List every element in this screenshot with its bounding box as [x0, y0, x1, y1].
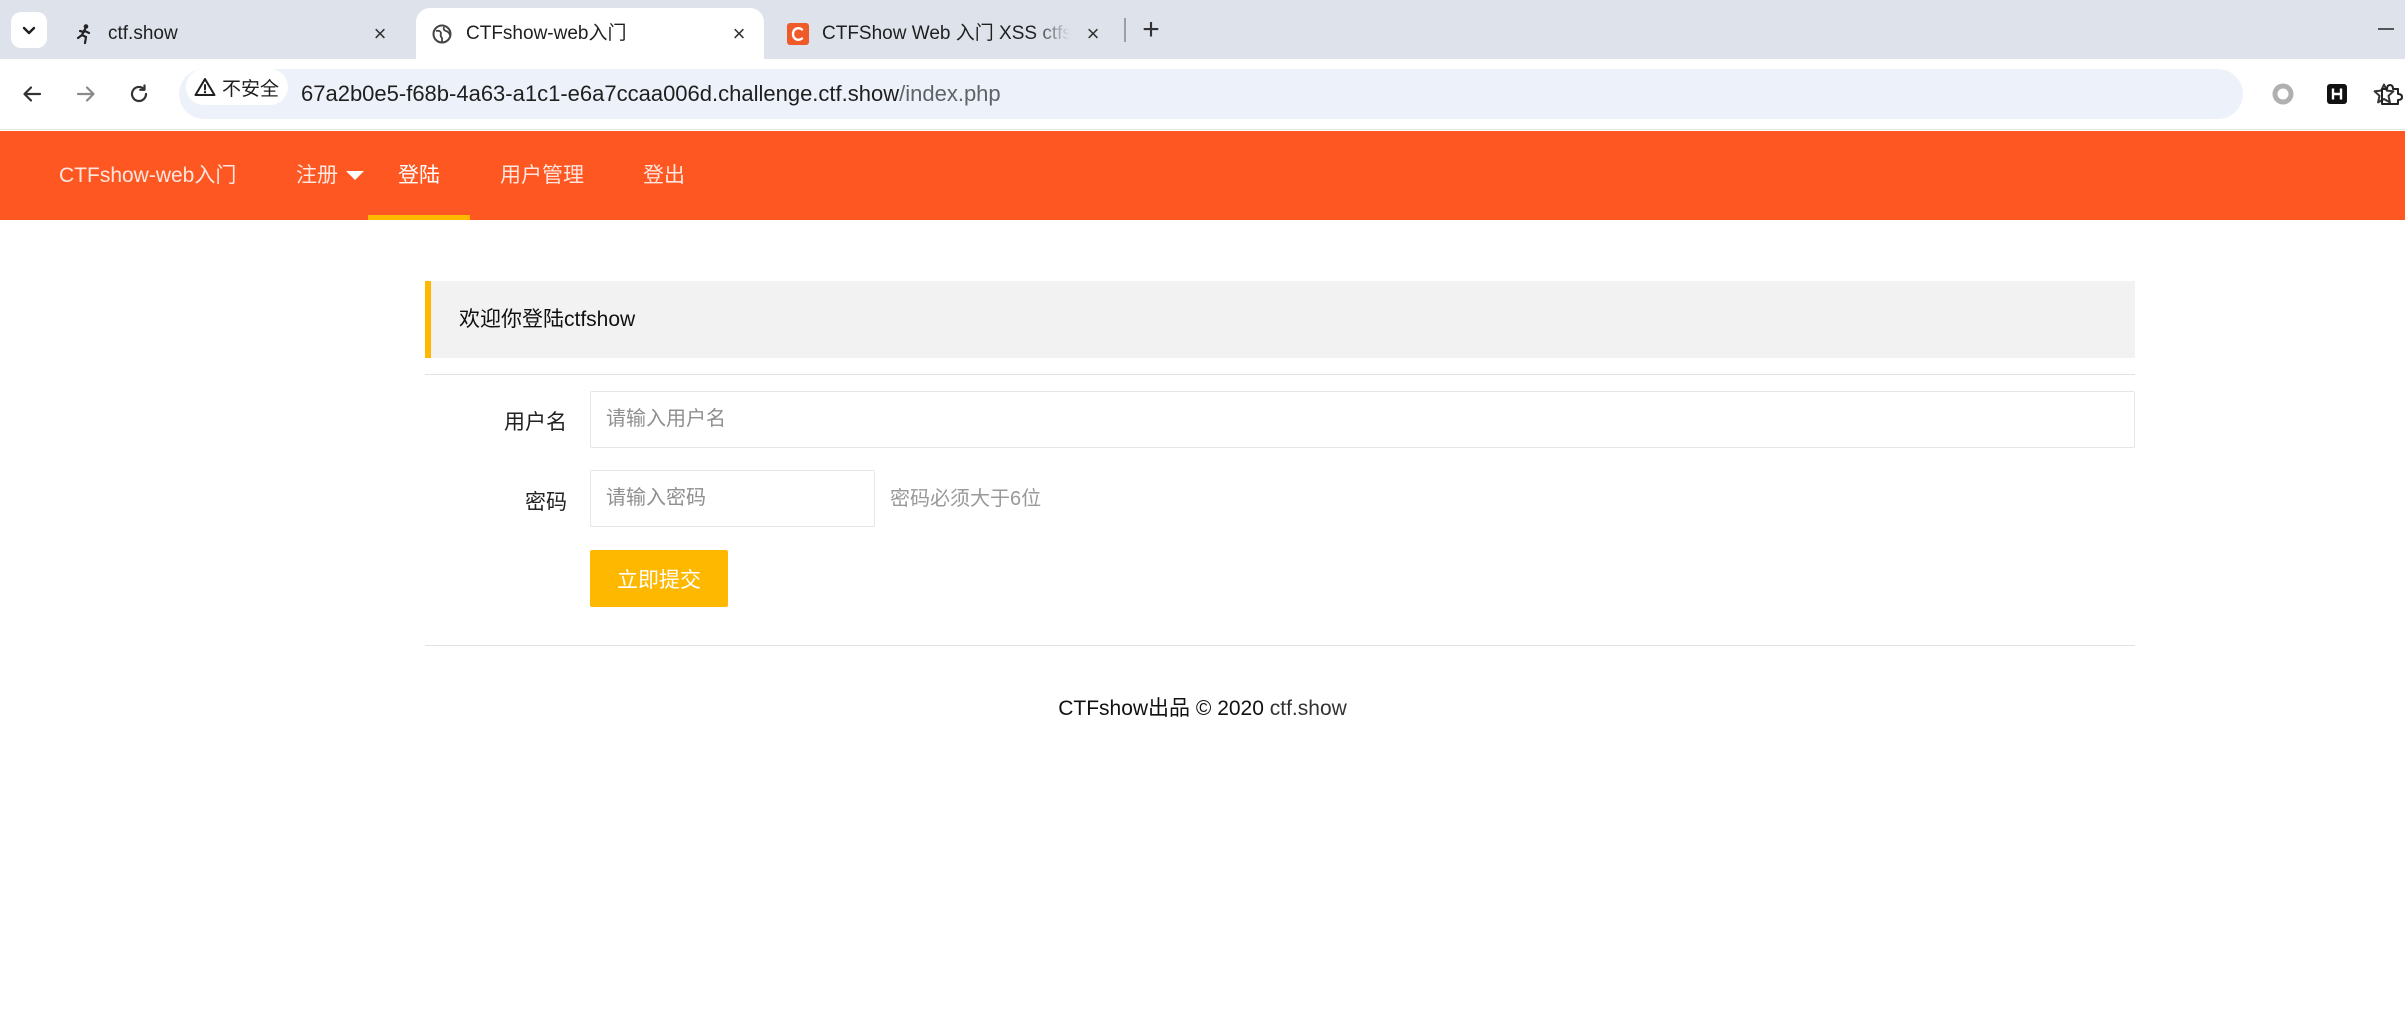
- chevron-down-icon: [22, 26, 36, 35]
- url-text[interactable]: 67a2b0e5-f68b-4a63-a1c1-e6a7ccaa006d.cha…: [301, 69, 1001, 119]
- page-footer: CTFshow出品 © 2020 ctf.show: [0, 692, 2405, 722]
- browser-tab-ctfshow-web[interactable]: CTFshow-web入门 ×: [416, 8, 764, 59]
- close-tab-icon[interactable]: ×: [1080, 21, 1106, 47]
- browser-toolbar: 不安全 67a2b0e5-f68b-4a63-a1c1-e6a7ccaa006d…: [0, 59, 2405, 130]
- security-chip-content: 不安全: [186, 69, 279, 105]
- site-navbar: CTFshow-web入门 注册 登陆 用户管理 登出: [0, 131, 2405, 220]
- tab-title: CTFshow-web入门: [466, 23, 627, 44]
- divider: [425, 645, 2135, 646]
- nav-item-login[interactable]: 登陆: [398, 131, 440, 220]
- nav-item-user-management[interactable]: 用户管理: [500, 131, 584, 220]
- footer-text: CTFshow出品 © 2020: [1058, 697, 1264, 720]
- nav-item-register[interactable]: 注册: [296, 131, 338, 220]
- arrow-right-icon: [76, 86, 95, 102]
- minimize-window-icon[interactable]: [2378, 28, 2394, 30]
- new-tab-button[interactable]: +: [1133, 13, 1169, 46]
- password-input[interactable]: [590, 470, 875, 527]
- caret-down-icon[interactable]: [346, 171, 364, 180]
- security-chip-label: 不安全: [222, 78, 280, 100]
- tab-separator: [1124, 18, 1126, 42]
- close-tab-icon[interactable]: ×: [726, 21, 752, 47]
- password-hint: 密码必须大于6位: [890, 488, 1042, 510]
- submit-button[interactable]: 立即提交: [590, 550, 728, 607]
- c-logo-icon: [786, 22, 810, 46]
- tab-search-button[interactable]: [11, 12, 47, 48]
- welcome-banner: 欢迎你登陆ctfshow: [425, 281, 2135, 358]
- nav-brand-link[interactable]: CTFshow-web入门: [59, 131, 236, 220]
- nav-active-indicator: [368, 215, 470, 220]
- footer-link[interactable]: ctf.show: [1270, 697, 1347, 720]
- nav-item-logout[interactable]: 登出: [643, 131, 685, 220]
- browser-tab-ctfshow[interactable]: ctf.show ×: [58, 8, 408, 59]
- tab-title: CTFShow Web 入门 XSS ctfsh: [822, 23, 1070, 44]
- globe-icon: [430, 22, 454, 46]
- forward-button[interactable]: [69, 77, 103, 111]
- extension-circle-icon[interactable]: [2268, 79, 2298, 109]
- tab-title: ctf.show: [108, 23, 178, 44]
- divider: [425, 374, 2135, 375]
- close-tab-icon[interactable]: ×: [367, 21, 393, 47]
- browser-tab-strip: ctf.show × CTFshow-web入门 × CTFShow Web 入…: [0, 0, 2405, 59]
- welcome-text: 欢迎你登陆ctfshow: [459, 308, 636, 331]
- username-label: 用户名: [504, 411, 567, 434]
- url-host: 67a2b0e5-f68b-4a63-a1c1-e6a7ccaa006d.cha…: [301, 81, 900, 106]
- address-bar[interactable]: 不安全 67a2b0e5-f68b-4a63-a1c1-e6a7ccaa006d…: [179, 69, 2395, 119]
- extension-h-icon[interactable]: [2322, 79, 2352, 109]
- browser-tab-ctfshow-xss[interactable]: CTFShow Web 入门 XSS ctfsh ×: [772, 8, 1122, 59]
- warning-triangle-icon: [194, 78, 216, 96]
- password-label: 密码: [525, 491, 567, 514]
- reload-button[interactable]: [122, 77, 156, 111]
- running-person-icon: [72, 22, 96, 46]
- arrow-left-icon: [23, 86, 42, 102]
- username-input[interactable]: [590, 391, 2135, 448]
- back-button[interactable]: [15, 77, 49, 111]
- extensions-puzzle-icon[interactable]: [2376, 79, 2405, 109]
- url-path: /index.php: [899, 81, 1001, 106]
- reload-icon: [130, 84, 148, 103]
